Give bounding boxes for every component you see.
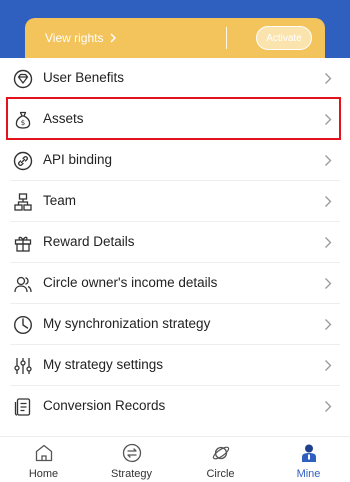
pie-clock-icon [13, 315, 33, 335]
records-icon [13, 397, 33, 417]
home-icon [35, 444, 52, 462]
settings-menu: User Benefits $ Assets API binding Team [0, 58, 350, 427]
menu-item-sync-strategy[interactable]: My synchronization strategy [0, 304, 350, 345]
menu-item-label: Assets [43, 111, 84, 126]
person-icon [301, 444, 316, 462]
tab-label: Home [28, 468, 59, 480]
users-icon [13, 274, 33, 294]
tab-circle[interactable]: Circle [177, 437, 264, 482]
chevron-right-icon [325, 73, 332, 84]
view-rights-link[interactable]: View rights [45, 31, 117, 45]
menu-item-label: My strategy settings [43, 357, 164, 372]
chevron-right-icon [325, 237, 332, 248]
menu-item-team[interactable]: Team [0, 181, 350, 222]
exchange-icon [122, 443, 141, 463]
menu-item-user-benefits[interactable]: User Benefits [0, 58, 350, 99]
chevron-right-icon [110, 33, 117, 43]
menu-item-label: Conversion Records [43, 398, 166, 413]
chevron-right-icon [325, 401, 332, 412]
mine-page: View rights Activate User Benefits $ Ass… [0, 0, 350, 482]
chevron-right-icon [325, 319, 332, 330]
money-bag-icon: $ [13, 110, 33, 130]
chevron-right-icon [325, 360, 332, 371]
planet-icon [212, 446, 229, 460]
chevron-right-icon [325, 155, 332, 166]
org-chart-icon [13, 192, 33, 212]
tab-mine[interactable]: Mine [265, 437, 350, 482]
banner-divider [226, 27, 227, 49]
tab-label: Strategy [111, 468, 152, 480]
menu-item-reward-details[interactable]: Reward Details [0, 222, 350, 263]
menu-item-label: Circle owner's income details [43, 275, 218, 290]
sliders-icon [13, 356, 33, 376]
menu-item-strategy-settings[interactable]: My strategy settings [0, 345, 350, 386]
link-icon [13, 151, 33, 171]
menu-item-conversion-records[interactable]: Conversion Records [0, 386, 350, 427]
menu-item-circle-owner-income[interactable]: Circle owner's income details [0, 263, 350, 304]
menu-item-label: Reward Details [43, 234, 135, 249]
menu-item-label: My synchronization strategy [43, 316, 211, 331]
menu-item-assets[interactable]: $ Assets [0, 99, 350, 140]
chevron-right-icon [325, 114, 332, 125]
tab-strategy[interactable]: Strategy [88, 437, 175, 482]
diamond-icon [13, 69, 33, 89]
tab-label: Mine [296, 468, 321, 480]
menu-item-label: User Benefits [43, 70, 125, 85]
tab-label: Circle [206, 468, 235, 480]
chevron-right-icon [325, 196, 332, 207]
vip-banner: View rights Activate [25, 18, 325, 58]
tab-home[interactable]: Home [0, 437, 87, 482]
gift-icon [13, 233, 33, 253]
activate-button[interactable]: Activate [256, 26, 312, 50]
menu-item-label: API binding [43, 152, 113, 167]
bottom-tab-bar: Home Strategy Circle Mine [0, 436, 350, 482]
svg-text:$: $ [21, 119, 25, 127]
view-rights-label: View rights [45, 31, 104, 45]
chevron-right-icon [325, 278, 332, 289]
menu-item-api-binding[interactable]: API binding [0, 140, 350, 181]
menu-item-label: Team [43, 193, 77, 208]
